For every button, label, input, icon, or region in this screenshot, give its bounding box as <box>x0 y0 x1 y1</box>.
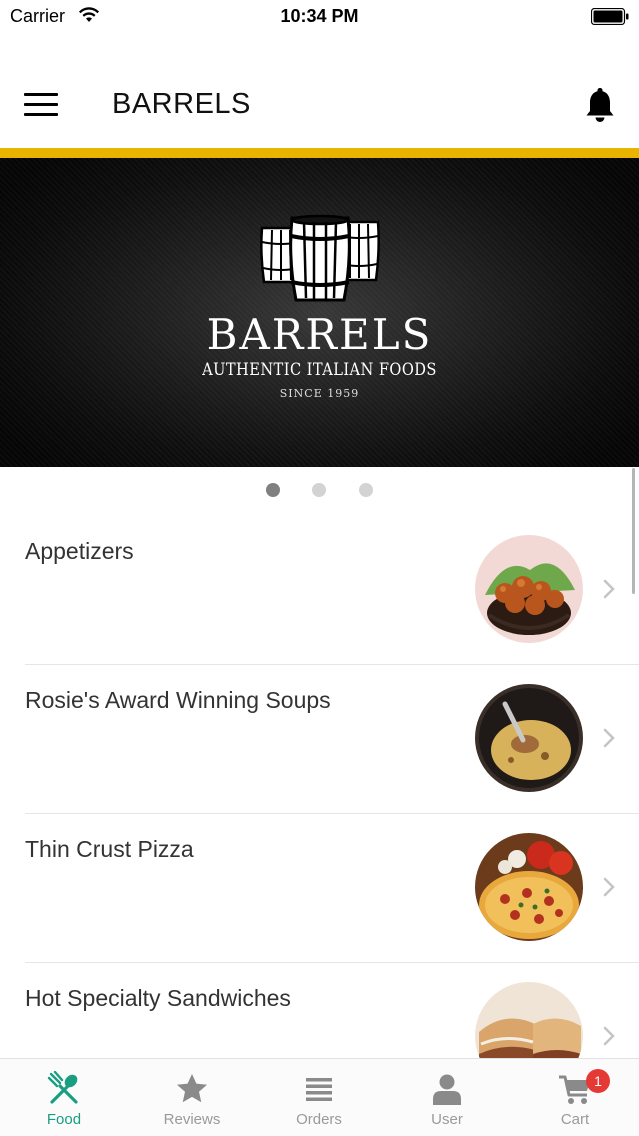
category-name: Thin Crust Pizza <box>25 836 194 862</box>
brand-name: BARRELS <box>206 310 433 359</box>
page-title: BARRELS <box>112 88 251 120</box>
barrels-logo-icon <box>260 214 380 302</box>
list-icon <box>306 1078 332 1101</box>
hamburger-menu-icon <box>24 93 58 96</box>
cart-count-badge: 1 <box>586 1069 610 1093</box>
category-row-appetizers[interactable]: Appetizers <box>0 516 639 665</box>
category-row-pizza[interactable]: Thin Crust Pizza <box>0 814 639 963</box>
carousel-dot-2[interactable] <box>312 483 326 497</box>
hamburger-menu-icon <box>24 103 58 106</box>
clock: 10:34 PM <box>280 6 359 26</box>
chevron-right-icon <box>603 579 615 599</box>
tab-label: Reviews <box>163 1111 221 1128</box>
carousel-dot-3[interactable] <box>359 483 373 497</box>
category-name: Rosie's Award Winning Soups <box>25 687 331 713</box>
tab-label: Cart <box>560 1111 590 1128</box>
category-name: Hot Specialty Sandwiches <box>25 985 291 1011</box>
appetizers-image <box>475 535 583 643</box>
tab-label: Orders <box>296 1111 342 1128</box>
tab-reviews[interactable]: Reviews <box>128 1059 256 1136</box>
carousel-pagination <box>0 483 639 497</box>
chevron-right-icon <box>603 728 615 748</box>
brand-tagline: AUTHENTIC ITALIAN FOODS <box>202 360 437 380</box>
bell-icon[interactable] <box>583 86 617 124</box>
header-accent-bar <box>0 148 639 158</box>
pizza-image <box>475 833 583 941</box>
brand-since: SINCE 1959 <box>279 387 360 400</box>
app-header: BARRELS <box>0 60 639 150</box>
battery-icon <box>591 8 629 25</box>
menu-button[interactable] <box>24 91 58 119</box>
hamburger-menu-icon <box>24 113 58 116</box>
tab-label: User <box>431 1111 463 1128</box>
user-icon <box>433 1074 461 1105</box>
promo-carousel[interactable]: BARRELS AUTHENTIC ITALIAN FOODS SINCE 19… <box>0 158 639 467</box>
chevron-right-icon <box>603 877 615 897</box>
tab-cart[interactable]: 1 Cart <box>511 1059 639 1136</box>
category-row-soups[interactable]: Rosie's Award Winning Soups <box>0 665 639 814</box>
tab-bar: Food Reviews Orders User 1 Cart <box>0 1058 639 1136</box>
tab-user[interactable]: User <box>383 1059 511 1136</box>
carousel-dot-1[interactable] <box>266 483 280 497</box>
fork-spoon-icon <box>47 1071 78 1104</box>
chevron-right-icon <box>603 1026 615 1046</box>
tab-food[interactable]: Food <box>0 1059 128 1136</box>
tab-label: Food <box>46 1111 82 1128</box>
category-name: Appetizers <box>25 538 134 564</box>
tab-orders[interactable]: Orders <box>255 1059 383 1136</box>
soups-image <box>475 684 583 792</box>
status-bar: Carrier 10:34 PM <box>0 0 639 34</box>
star-icon <box>177 1074 207 1103</box>
